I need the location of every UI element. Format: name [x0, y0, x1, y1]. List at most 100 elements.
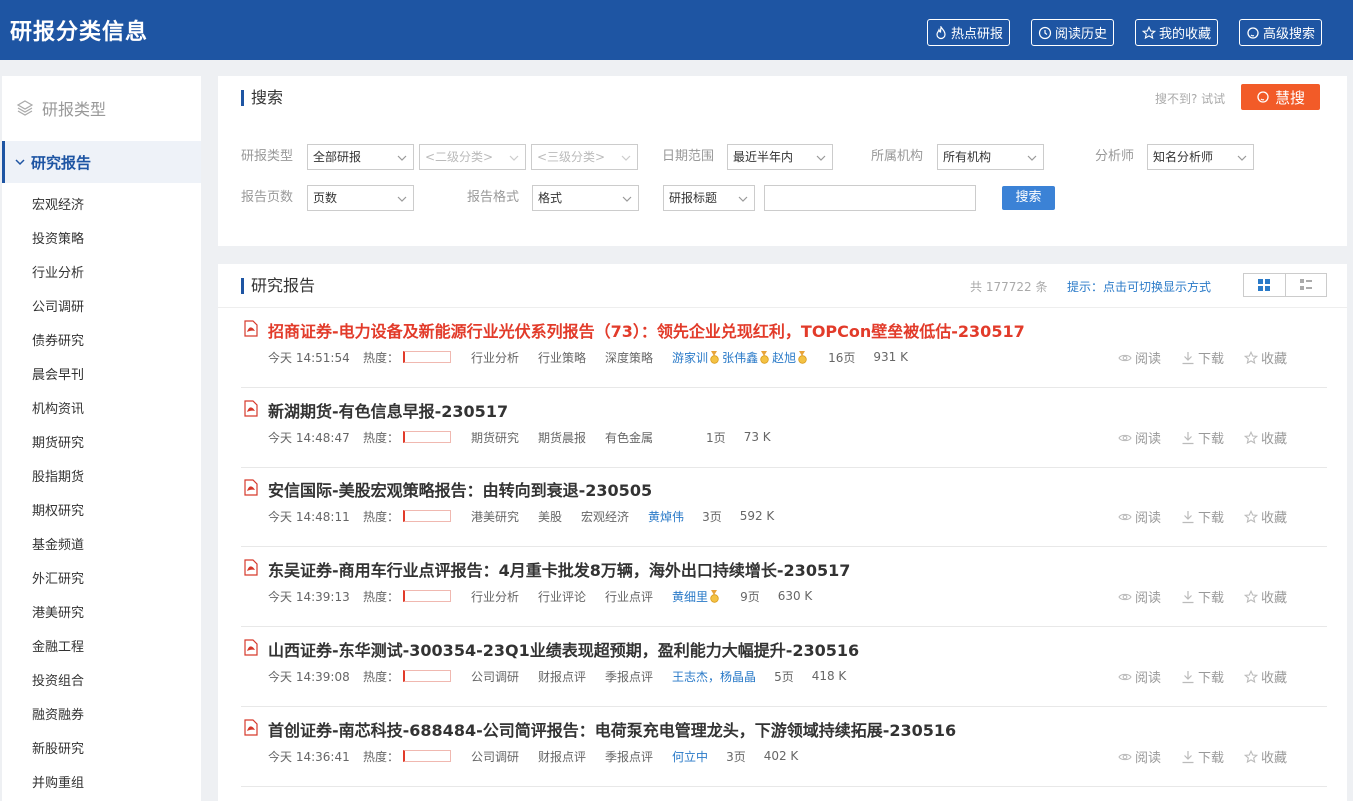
favorite-button[interactable]: 收藏 — [1244, 428, 1307, 447]
report-title[interactable]: 新湖期货-有色信息早报-230517 — [268, 398, 508, 422]
author-link[interactable]: 黄焯伟 — [648, 508, 684, 525]
report-meta: 今天 14:39:08 热度： 公司调研 财报点评 季报点评 王志杰，杨晶晶 5页 … — [268, 667, 846, 685]
pdf-icon — [244, 400, 258, 417]
reading-history-button[interactable]: 阅读历史 — [1031, 19, 1115, 46]
sidebar-item[interactable]: 期货研究 — [2, 427, 201, 461]
report-tag[interactable]: 期货研究 — [471, 429, 519, 446]
author-link[interactable]: 张伟鑫 — [722, 349, 758, 366]
sidebar-item[interactable]: 金融工程 — [2, 631, 201, 665]
sidebar-item[interactable]: 晨会早刊 — [2, 359, 201, 393]
report-tag[interactable]: 有色金属 — [605, 429, 653, 446]
sidebar-item[interactable]: 债券研究 — [2, 325, 201, 359]
list-view-button[interactable] — [1284, 274, 1327, 296]
search-button[interactable]: 搜索 — [1002, 186, 1055, 210]
sidebar-item[interactable]: 投资策略 — [2, 223, 201, 257]
hot-reports-button[interactable]: 热点研报 — [927, 19, 1011, 46]
sidebar-item[interactable]: 行业分析 — [2, 257, 201, 291]
download-button[interactable]: 下载 — [1181, 348, 1244, 367]
report-row[interactable]: 东吴证券-商用车行业点评报告：4月重卡批发8万辆，海外出口持续增长-230517… — [241, 547, 1327, 627]
report-title[interactable]: 山西证券-东华测试-300354-23Q1业绩表现超预期，盈利能力大幅提升-23… — [268, 637, 859, 661]
read-button[interactable]: 阅读 — [1118, 507, 1181, 526]
sidebar-item[interactable]: 宏观经济 — [2, 189, 201, 223]
report-actions: 阅读 下载 收藏 — [1118, 747, 1307, 766]
type-select[interactable]: 全部研报 — [307, 144, 414, 170]
read-button[interactable]: 阅读 — [1118, 747, 1181, 766]
favorite-button[interactable]: 收藏 — [1244, 507, 1307, 526]
favorite-button[interactable]: 收藏 — [1244, 348, 1307, 367]
report-tag[interactable]: 公司调研 — [471, 748, 519, 765]
read-button[interactable]: 阅读 — [1118, 587, 1181, 606]
report-tag[interactable]: 财报点评 — [538, 748, 586, 765]
report-row[interactable]: 招商证券-电力设备及新能源行业光伏系列报告（73）：领先企业兑现红利，TOPCo… — [241, 308, 1327, 388]
report-tag[interactable]: 行业策略 — [538, 349, 586, 366]
huisou-button[interactable]: 慧搜 — [1241, 84, 1320, 110]
sidebar-item[interactable]: 期权研究 — [2, 495, 201, 529]
author-link[interactable]: 王志杰，杨晶晶 — [672, 668, 756, 685]
report-row[interactable]: 新湖期货-有色信息早报-230517 今天 14:48:47 热度： 期货研究 期… — [241, 388, 1327, 468]
author-link[interactable]: 赵旭 — [772, 349, 796, 366]
sidebar-item[interactable]: 并购重组 — [2, 767, 201, 801]
analyst-select[interactable]: 知名分析师 — [1147, 144, 1254, 170]
report-tag[interactable]: 行业评论 — [538, 588, 586, 605]
sidebar-item[interactable]: 公司调研 — [2, 291, 201, 325]
report-tag[interactable]: 财报点评 — [538, 668, 586, 685]
read-button[interactable]: 阅读 — [1118, 348, 1181, 367]
sidebar-item[interactable]: 融资融券 — [2, 699, 201, 733]
read-button[interactable]: 阅读 — [1118, 428, 1181, 447]
sidebar-item[interactable]: 投资组合 — [2, 665, 201, 699]
subcategory3-select[interactable]: <三级分类> — [531, 144, 638, 170]
report-tag[interactable]: 行业分析 — [471, 349, 519, 366]
report-tag[interactable]: 季报点评 — [605, 668, 653, 685]
report-row[interactable]: 山西证券-东华测试-300354-23Q1业绩表现超预期，盈利能力大幅提升-23… — [241, 627, 1327, 707]
subcategory2-select-value: <二级分类> — [425, 150, 494, 164]
favorite-button[interactable]: 收藏 — [1244, 747, 1307, 766]
org-select[interactable]: 所有机构 — [937, 144, 1044, 170]
report-row[interactable]: 安信国际-美股宏观策略报告：由转向到衰退-230505 今天 14:48:11 … — [241, 467, 1327, 547]
report-title[interactable]: 首创证券-南芯科技-688484-公司简评报告：电荷泵充电管理龙头，下游领域持续… — [268, 717, 956, 741]
sidebar-item[interactable]: 港美研究 — [2, 597, 201, 631]
download-button[interactable]: 下载 — [1181, 667, 1244, 686]
report-tag[interactable]: 行业分析 — [471, 588, 519, 605]
author-link[interactable]: 游家训 — [672, 349, 708, 366]
author-link[interactable]: 黄细里 — [672, 588, 708, 605]
download-button[interactable]: 下载 — [1181, 747, 1244, 766]
sidebar-item[interactable]: 外汇研究 — [2, 563, 201, 597]
analyst-label: 分析师 — [1095, 149, 1135, 164]
sidebar-item-research-reports[interactable]: 研究报告 — [2, 141, 201, 183]
report-tag[interactable]: 港美研究 — [471, 508, 519, 525]
report-title[interactable]: 招商证券-电力设备及新能源行业光伏系列报告（73）：领先企业兑现红利，TOPCo… — [268, 318, 1025, 342]
keyword-input[interactable] — [764, 185, 976, 211]
my-favorites-button[interactable]: 我的收藏 — [1135, 19, 1219, 46]
format-select[interactable]: 格式 — [532, 185, 639, 211]
pages-select[interactable]: 页数 — [307, 185, 414, 211]
pages-select-value: 页数 — [313, 191, 338, 205]
sidebar-item[interactable]: 机构资讯 — [2, 393, 201, 427]
report-tag[interactable]: 行业点评 — [605, 588, 653, 605]
search-field-select[interactable]: 研报标题 — [663, 185, 755, 211]
report-tag[interactable]: 美股 — [538, 508, 562, 525]
advanced-search-button[interactable]: 高级搜索 — [1239, 19, 1323, 46]
favorite-button[interactable]: 收藏 — [1244, 667, 1307, 686]
report-tag[interactable]: 公司调研 — [471, 668, 519, 685]
report-title[interactable]: 安信国际-美股宏观策略报告：由转向到衰退-230505 — [268, 477, 652, 501]
report-tag[interactable]: 季报点评 — [605, 748, 653, 765]
download-button[interactable]: 下载 — [1181, 428, 1244, 447]
sidebar-item[interactable]: 基金频道 — [2, 529, 201, 563]
sidebar-item[interactable]: 新股研究 — [2, 733, 201, 767]
subcategory2-select[interactable]: <二级分类> — [419, 144, 526, 170]
report-row[interactable]: 首创证券-南芯科技-688484-公司简评报告：电荷泵充电管理龙头，下游领域持续… — [241, 707, 1327, 787]
date-select[interactable]: 最近半年内 — [727, 144, 833, 170]
pdf-icon — [244, 479, 258, 496]
grid-view-button[interactable] — [1244, 274, 1285, 296]
download-button[interactable]: 下载 — [1181, 587, 1244, 606]
report-time: 今天 14:36:41 — [268, 749, 350, 764]
author-link[interactable]: 何立中 — [672, 748, 708, 765]
report-title[interactable]: 东吴证券-商用车行业点评报告：4月重卡批发8万辆，海外出口持续增长-230517 — [268, 557, 850, 581]
report-tag[interactable]: 期货晨报 — [538, 429, 586, 446]
download-button[interactable]: 下载 — [1181, 507, 1244, 526]
report-tag[interactable]: 宏观经济 — [581, 508, 629, 525]
read-button[interactable]: 阅读 — [1118, 667, 1181, 686]
report-tag[interactable]: 深度策略 — [605, 349, 653, 366]
favorite-button[interactable]: 收藏 — [1244, 587, 1307, 606]
sidebar-item[interactable]: 股指期货 — [2, 461, 201, 495]
